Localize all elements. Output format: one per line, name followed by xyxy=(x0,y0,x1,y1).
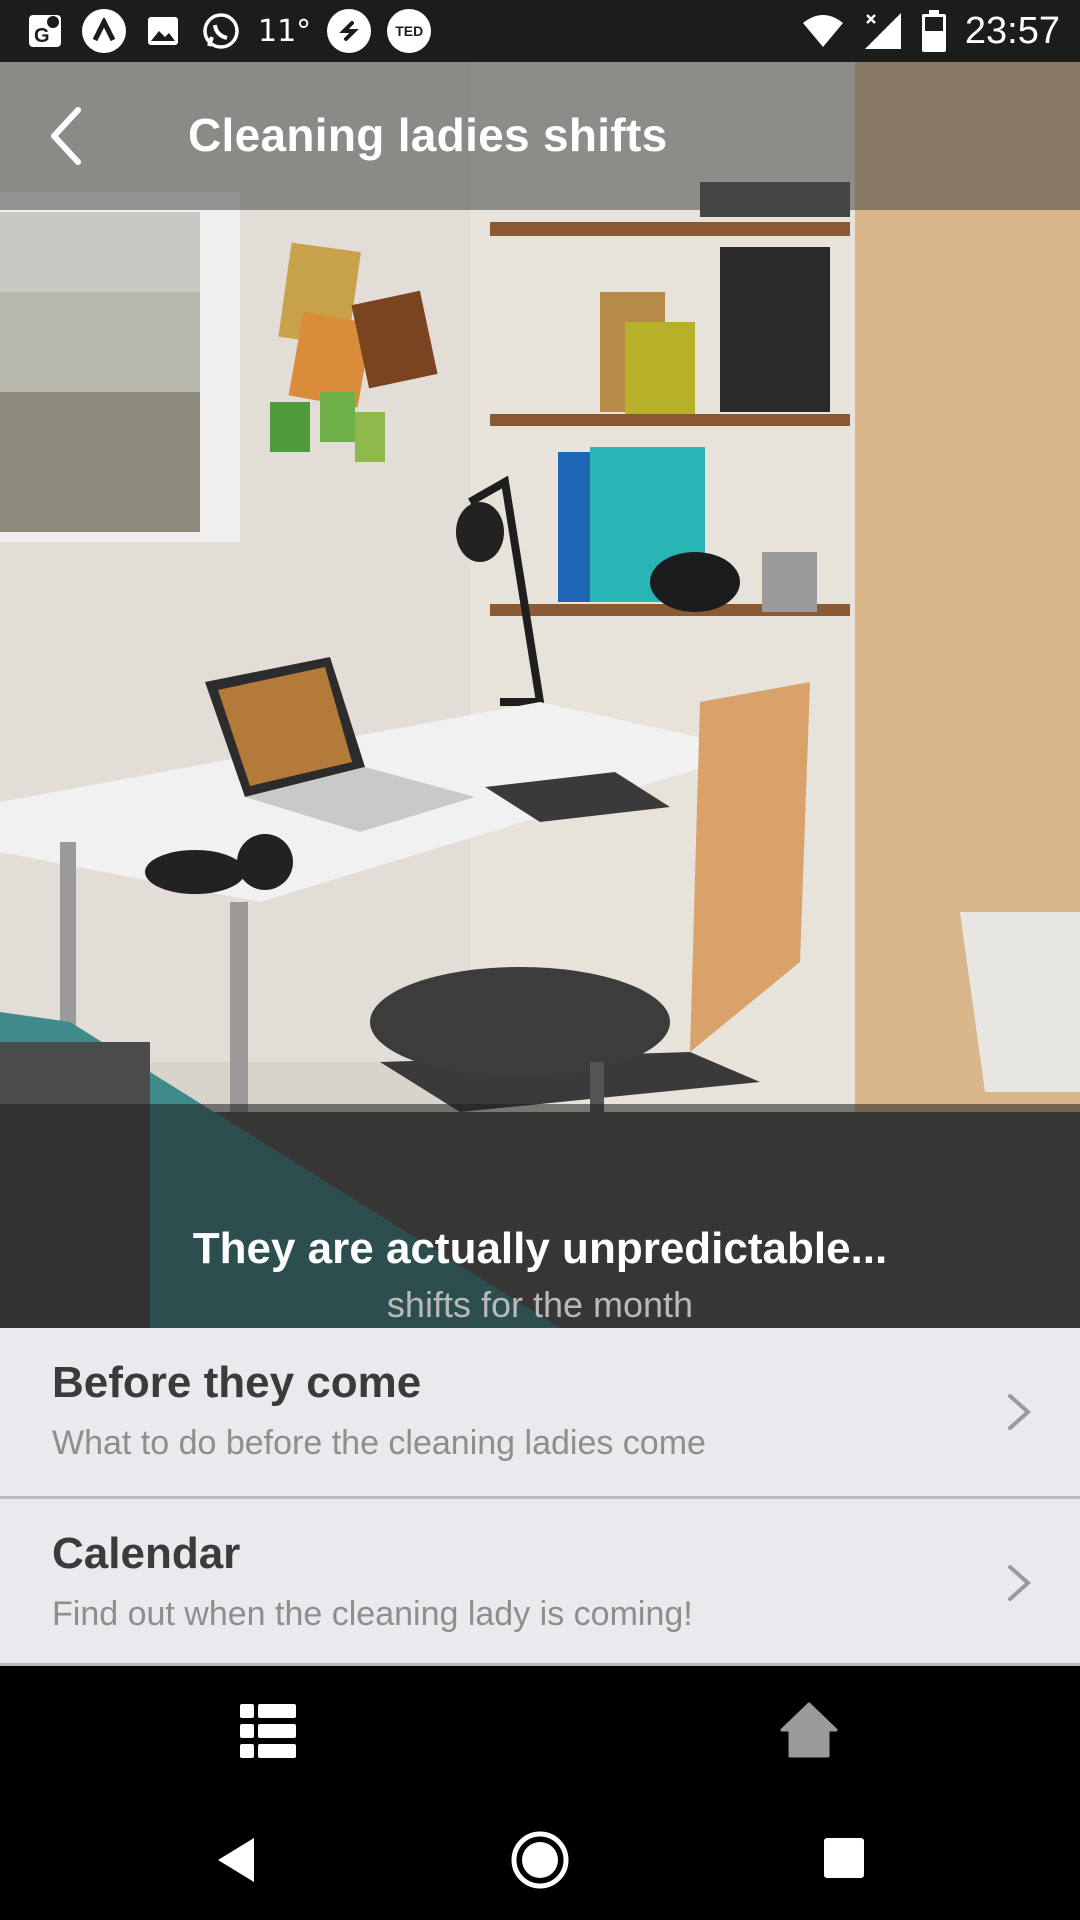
menu-list: Before they come What to do before the c… xyxy=(0,1328,1080,1667)
bottom-tab-bar xyxy=(0,1666,1080,1798)
list-item-subtitle: Find out when the cleaning lady is comin… xyxy=(52,1595,693,1633)
image-icon xyxy=(142,10,184,52)
hero-caption-title: They are actually unpredictable... xyxy=(192,1224,888,1273)
chevron-right-icon xyxy=(1008,1394,1032,1430)
hero-banner: Cleaning ladies shifts They are actually… xyxy=(0,62,1080,1328)
status-bar-notifications: G 11° TED xyxy=(24,8,432,54)
list-item-title: Before they come xyxy=(52,1358,422,1407)
hero-caption: They are actually unpredictable... shift… xyxy=(0,1104,1080,1328)
ted-icon: TED xyxy=(387,9,432,53)
shazam-icon xyxy=(327,9,372,53)
list-item-title: Calendar xyxy=(52,1529,241,1578)
home-circle-icon[interactable] xyxy=(510,1830,570,1890)
page-title: Cleaning ladies shifts xyxy=(188,109,668,161)
ted-label: TED xyxy=(395,23,424,39)
wifi-icon xyxy=(802,15,843,47)
whatsapp-icon xyxy=(200,10,242,52)
back-arrow-icon[interactable] xyxy=(38,96,118,176)
system-navigation-bar xyxy=(0,1798,1080,1920)
alpha-app-icon xyxy=(82,9,126,53)
signal-icon xyxy=(864,13,901,49)
svg-text:G: G xyxy=(34,25,50,47)
clock: 23:57 xyxy=(964,9,1060,52)
back-triangle-icon[interactable] xyxy=(214,1836,258,1884)
recents-square-icon[interactable] xyxy=(824,1838,864,1878)
list-item-before-they-come[interactable]: Before they come What to do before the c… xyxy=(0,1328,1080,1496)
list-item-calendar[interactable]: Calendar Find out when the cleaning lady… xyxy=(0,1499,1080,1667)
battery-icon xyxy=(921,10,946,52)
temperature-text: 11° xyxy=(258,13,312,49)
app-toolbar: Cleaning ladies shifts xyxy=(0,62,1080,210)
maps-icon: G xyxy=(24,10,66,52)
home-icon[interactable] xyxy=(780,1702,838,1758)
list-item-subtitle: What to do before the cleaning ladies co… xyxy=(52,1424,706,1462)
status-bar-system: 23:57 xyxy=(801,8,1060,54)
chevron-right-icon xyxy=(1008,1565,1032,1601)
hero-caption-subtitle: shifts for the month xyxy=(386,1284,694,1325)
list-icon[interactable] xyxy=(240,1704,296,1758)
status-bar: G 11° TED 23:57 xyxy=(0,0,1080,62)
